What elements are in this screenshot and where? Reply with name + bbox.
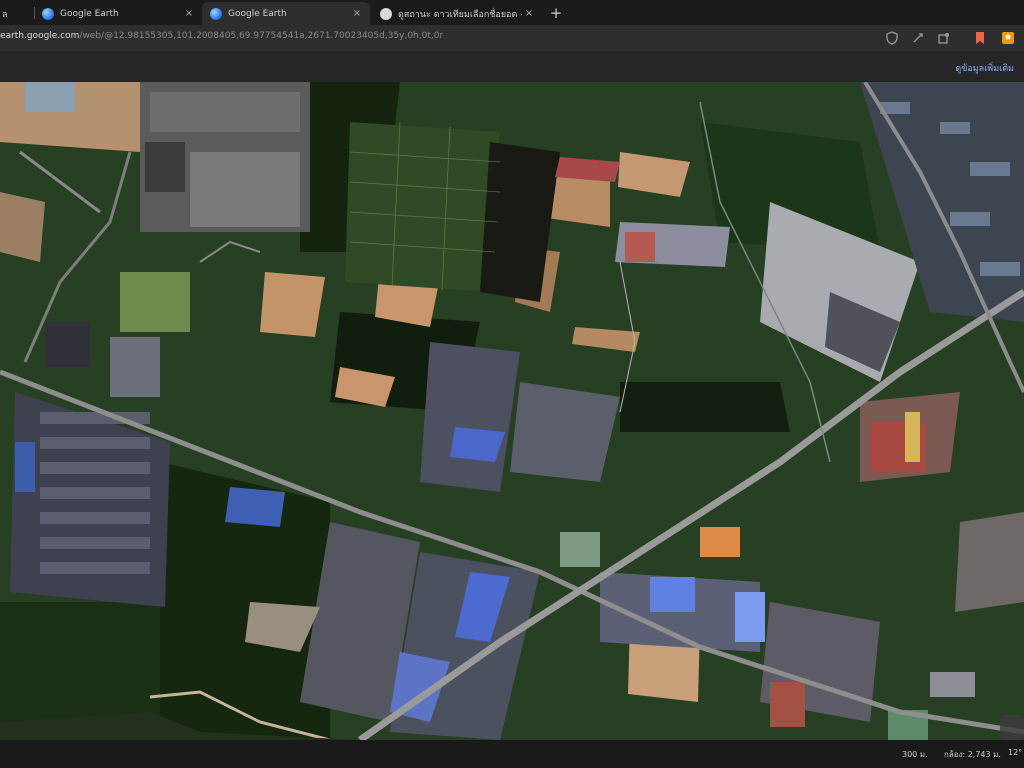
google-earth-favicon-icon xyxy=(42,7,54,20)
url-host: earth.google.com xyxy=(0,31,80,41)
url-field[interactable]: earth.google.com/web/@12.98155305,101.20… xyxy=(0,31,443,41)
google-earth-favicon-icon xyxy=(210,7,222,20)
camera-altitude: กล้อง: 2,743 ม. xyxy=(944,750,1001,759)
profile-icon[interactable] xyxy=(1001,31,1015,45)
browser-tab[interactable]: ล xyxy=(0,2,34,25)
url-path: /web/@12.98155305,101.2008405,69.9775454… xyxy=(79,31,444,41)
zoom-controls[interactable] xyxy=(1000,715,1024,740)
more-info-link[interactable]: ดูข้อมูลเพิ่มเติม xyxy=(955,61,1014,75)
site-favicon-icon xyxy=(380,7,392,20)
coordinates-readout: 12° xyxy=(1008,748,1023,757)
browser-tab-google-earth[interactable]: Google Earth × xyxy=(34,2,202,25)
address-bar: earth.google.com/web/@12.98155305,101.20… xyxy=(0,25,1024,51)
new-tab-button[interactable]: + xyxy=(546,3,566,23)
tab-close-icon[interactable]: × xyxy=(522,8,536,19)
tab-title: ล xyxy=(2,9,8,20)
satellite-map-view[interactable] xyxy=(0,82,1024,740)
shield-icon[interactable] xyxy=(885,31,899,45)
extension-icon[interactable] xyxy=(911,31,925,45)
earth-header: ดูข้อมูลเพิ่มเติม xyxy=(0,51,1024,82)
map-status-bar: 300 ม. กล้อง: 2,743 ม. 12° xyxy=(0,740,1024,768)
tab-title: Google Earth xyxy=(228,8,287,19)
bookmark-icon[interactable] xyxy=(973,31,987,45)
browser-tab-listing[interactable]: ดูสถานะ ดาวเทียมเลือกชื่อยอด - ดินทาขาว … xyxy=(372,2,542,25)
tab-close-icon[interactable]: × xyxy=(350,8,364,19)
browser-tab-strip: ล Google Earth × Google Earth × ดูสถานะ … xyxy=(0,0,1024,25)
puzzle-icon[interactable] xyxy=(937,31,951,45)
tab-title: ดูสถานะ ดาวเทียมเลือกชื่อยอด - ดินทาขาว xyxy=(398,9,522,20)
scale-indicator: 300 ม. xyxy=(902,750,928,759)
tab-close-icon[interactable]: × xyxy=(182,8,196,19)
satellite-imagery xyxy=(0,82,1024,740)
browser-tab-google-earth-active[interactable]: Google Earth × xyxy=(202,2,370,25)
tab-title: Google Earth xyxy=(60,8,119,19)
